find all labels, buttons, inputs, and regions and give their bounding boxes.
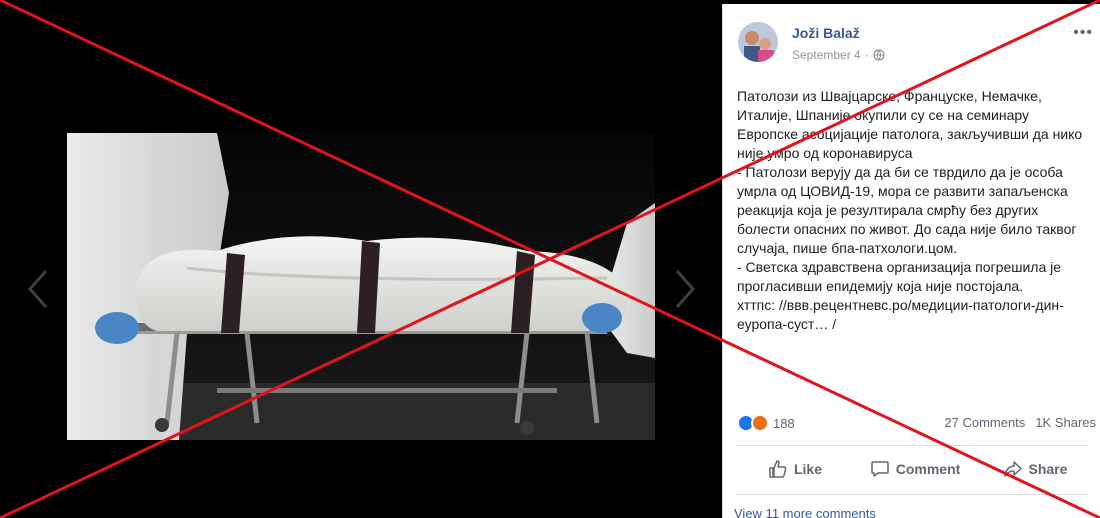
post-paragraph-3: - Светска здравствена организација погре…: [737, 259, 1062, 294]
share-icon: [1003, 461, 1022, 477]
comment-button[interactable]: Comment: [855, 450, 975, 488]
reaction-count: 188: [773, 415, 795, 431]
body-bag-photo: [67, 133, 655, 440]
like-label: Like: [793, 461, 822, 477]
comment-icon: [870, 461, 889, 477]
chevron-left-icon: [27, 270, 48, 308]
author-name[interactable]: Joži Balaž: [792, 25, 860, 41]
chevron-right-icon: [675, 270, 696, 308]
post-stats: 188 27 Comments 1K Shares: [737, 412, 1096, 436]
share-label: Share: [1028, 461, 1068, 477]
post-body: Патолози из Швајцарске, Француске, Немач…: [737, 87, 1087, 334]
angry-reaction-icon: [751, 414, 769, 432]
like-button[interactable]: Like: [735, 450, 855, 488]
shares-count[interactable]: 1K Shares: [1035, 415, 1096, 430]
reaction-summary[interactable]: 188: [737, 414, 795, 432]
post-paragraph-1: Патолози из Швајцарске, Француске, Немач…: [737, 88, 1083, 161]
post-paragraph-2: - Патолози верују да да би се тврдило да…: [737, 164, 1077, 256]
thumbs-up-icon: [769, 460, 787, 478]
post-date[interactable]: September 4: [792, 48, 861, 62]
post-actions: Like Comment Share: [735, 450, 1095, 488]
engagement-counts: 27 Comments 1K Shares: [944, 415, 1096, 430]
globe-icon: [873, 49, 885, 61]
more-options-button[interactable]: •••: [1073, 24, 1093, 42]
post-meta: September 4 ·: [792, 48, 885, 62]
divider: [735, 445, 1089, 446]
divider: [735, 494, 1089, 495]
avatar-photo: [738, 22, 778, 62]
author-avatar[interactable]: [738, 22, 778, 62]
post-panel: Joži Balaž September 4 · ••• Патолози из…: [722, 4, 1100, 518]
photo-viewer: [0, 0, 722, 518]
comments-count[interactable]: 27 Comments: [944, 415, 1025, 430]
meta-separator: ·: [864, 48, 869, 62]
view-more-comments-link[interactable]: View 11 more comments: [734, 506, 876, 518]
comment-label: Comment: [895, 461, 961, 477]
post-link[interactable]: хттпс: //ввв.рецентневс.ро/медиции-патол…: [737, 296, 1087, 334]
post-header: Joži Balaž September 4 · •••: [738, 16, 1093, 66]
post-photo[interactable]: [67, 133, 655, 440]
share-button[interactable]: Share: [975, 450, 1095, 488]
next-photo-button[interactable]: [669, 268, 699, 310]
previous-photo-button[interactable]: [24, 268, 54, 310]
